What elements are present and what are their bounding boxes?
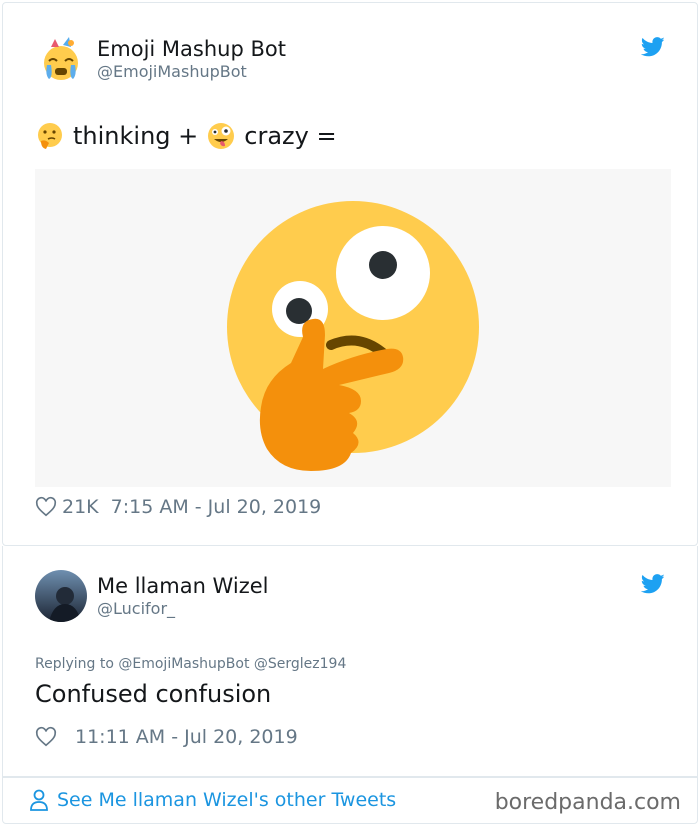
footer-bar: See Me llaman Wizel's other Tweets bored… (2, 777, 698, 824)
reply-author-handle[interactable]: @Lucifor_ (97, 599, 268, 619)
reply-header: Me llaman Wizel @Lucifor_ (35, 570, 268, 622)
thinking-emoji-icon (38, 123, 62, 149)
author-handle[interactable]: @EmojiMashupBot (97, 62, 286, 82)
bot-tweet-card: Emoji Mashup Bot @EmojiMashupBot thinkin… (2, 2, 698, 546)
reply-author-display-name[interactable]: Me llaman Wizel (97, 573, 268, 599)
replying-to-text[interactable]: Replying to @EmojiMashupBot @Serglez194 (35, 656, 346, 672)
reply-meta: 11:11 AM - Jul 20, 2019 (35, 726, 298, 748)
tweet-meta: 21K 7:15 AM - Jul 20, 2019 (35, 496, 321, 518)
crying-emoji-avatar-icon (35, 33, 87, 85)
reply-text: Confused confusion (35, 680, 272, 708)
author-names: Emoji Mashup Bot @EmojiMashupBot (97, 36, 286, 82)
heart-outline-icon[interactable] (35, 726, 57, 748)
like-count[interactable]: 21K (62, 496, 99, 518)
tweet-timestamp[interactable]: 7:15 AM - Jul 20, 2019 (111, 496, 322, 518)
reply-author-names: Me llaman Wizel @Lucifor_ (97, 573, 268, 619)
bot-avatar[interactable] (35, 33, 87, 85)
tweet-header: Emoji Mashup Bot @EmojiMashupBot (35, 33, 286, 85)
reply-avatar[interactable] (35, 570, 87, 622)
boredpanda-watermark: boredpanda.com (494, 790, 681, 815)
user-outline-icon (30, 789, 48, 811)
tweet-text-part2: crazy = (244, 122, 337, 150)
twitter-bird-icon[interactable] (641, 37, 665, 57)
reply-timestamp[interactable]: 11:11 AM - Jul 20, 2019 (75, 726, 298, 748)
tweet-text-part1: thinking + (73, 122, 199, 150)
tweet-text: thinking + crazy = (35, 121, 337, 151)
thinking-crazy-mashup-emoji-icon (227, 201, 479, 471)
zany-face-emoji-icon (208, 123, 235, 149)
see-other-tweets-label[interactable]: See Me llaman Wizel's other Tweets (57, 789, 396, 811)
heart-outline-icon[interactable] (35, 496, 57, 518)
reply-tweet-card: Me llaman Wizel @Lucifor_ Replying to @E… (2, 546, 698, 777)
see-other-tweets-link[interactable]: See Me llaman Wizel's other Tweets (29, 789, 396, 811)
user-photo-avatar-icon (35, 570, 87, 622)
twitter-bird-icon[interactable] (641, 574, 665, 594)
author-display-name[interactable]: Emoji Mashup Bot (97, 36, 286, 62)
tweet-media-image[interactable] (35, 169, 671, 487)
